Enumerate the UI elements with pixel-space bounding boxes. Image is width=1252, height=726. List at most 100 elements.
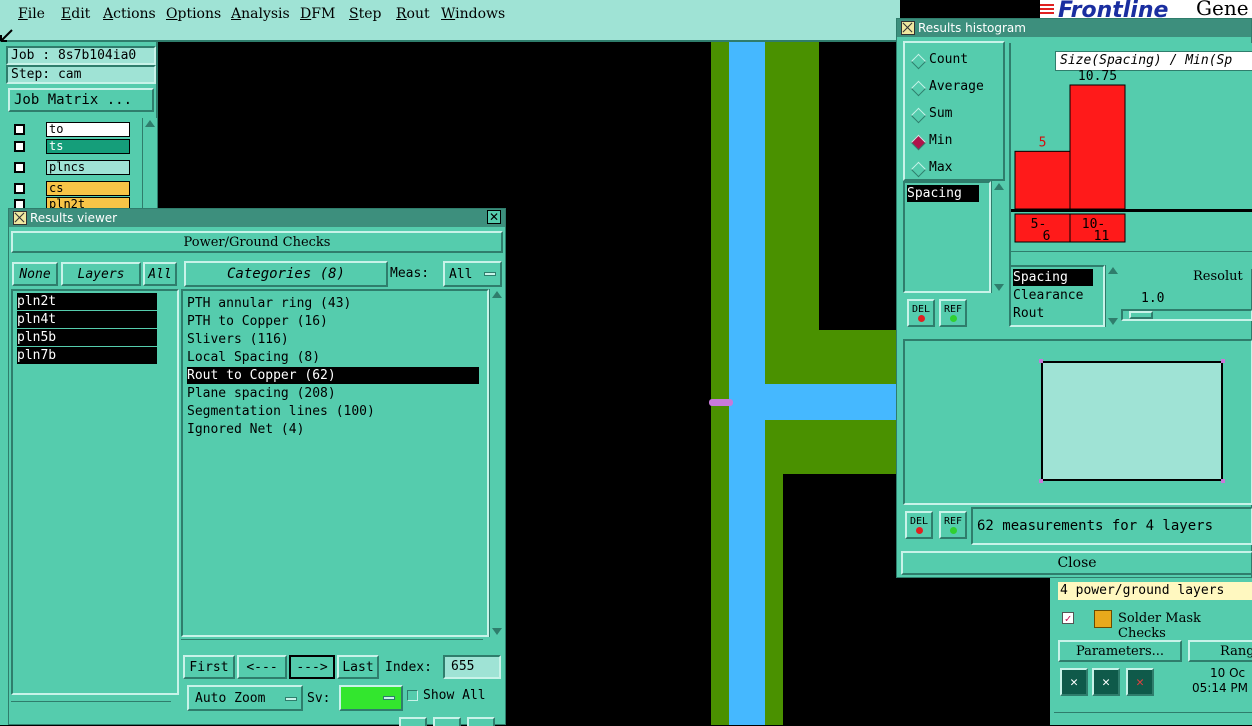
menu-file[interactable]: File bbox=[18, 6, 45, 22]
radio-max[interactable] bbox=[910, 161, 927, 178]
category-item[interactable]: Ignored Net (4) bbox=[187, 421, 479, 438]
layer-row-ts[interactable]: ts bbox=[10, 139, 130, 154]
radio-average-label: Average bbox=[929, 79, 984, 94]
menu-windows[interactable]: Windows bbox=[441, 6, 505, 22]
solder-mask-label: Solder Mask Checks bbox=[1118, 611, 1201, 641]
category-item[interactable]: Slivers (116) bbox=[187, 331, 479, 348]
none-button[interactable]: None bbox=[12, 262, 58, 286]
categories-hscrollbar[interactable] bbox=[181, 639, 483, 652]
layer-list-scrollbar[interactable] bbox=[142, 118, 157, 210]
run-icon-3[interactable]: ✕ bbox=[1126, 668, 1154, 696]
job-label: Job : 8s7b104ia0 bbox=[6, 46, 156, 65]
category-item[interactable]: PTH annular ring (43) bbox=[187, 295, 479, 312]
chart-hscrollbar[interactable] bbox=[1011, 251, 1252, 264]
category-item[interactable]: Plane spacing (208) bbox=[187, 385, 479, 402]
type-list: Spacing Clearance Rout bbox=[1009, 265, 1105, 327]
meas-label: Meas: bbox=[390, 266, 430, 281]
del-button[interactable]: DEL bbox=[905, 511, 933, 539]
board-blue-trace bbox=[729, 42, 765, 725]
del-button[interactable]: DEL bbox=[907, 299, 935, 327]
radio-min[interactable] bbox=[910, 134, 927, 151]
categories-scrollbar[interactable] bbox=[489, 289, 504, 637]
categories-button[interactable]: Categories (8) bbox=[184, 261, 388, 287]
frame-handle[interactable] bbox=[1039, 359, 1043, 363]
index-input[interactable]: 655 bbox=[443, 655, 501, 679]
dropdown-indicator-icon bbox=[383, 696, 395, 700]
menu-dfm[interactable]: DFM bbox=[300, 6, 335, 22]
last-button[interactable]: Last bbox=[337, 655, 379, 679]
layer-list-item[interactable]: pln7b bbox=[17, 347, 157, 364]
layer-checkbox[interactable] bbox=[14, 141, 25, 152]
layer-list-item[interactable]: pln2t bbox=[17, 293, 157, 310]
type-item[interactable]: Clearance bbox=[1013, 287, 1101, 304]
sv-color-dropdown[interactable] bbox=[339, 685, 403, 711]
layer-list-item[interactable]: pln4t bbox=[17, 311, 157, 328]
menu-rout[interactable]: Rout bbox=[396, 6, 430, 22]
radio-average[interactable] bbox=[910, 80, 927, 97]
frame-handle[interactable] bbox=[1039, 479, 1043, 483]
layer-row-to[interactable]: to bbox=[10, 122, 130, 137]
ref-button[interactable]: REF bbox=[939, 511, 967, 539]
radio-min-label: Min bbox=[929, 133, 953, 148]
meas-dropdown[interactable]: All bbox=[443, 261, 502, 287]
menu-actions[interactable]: Actions bbox=[103, 6, 156, 22]
category-item-selected[interactable]: Rout to Copper (62) bbox=[187, 367, 479, 384]
layer-checkbox[interactable] bbox=[14, 124, 25, 135]
preview-frame[interactable] bbox=[1041, 361, 1223, 481]
ref-label: REF bbox=[943, 304, 963, 315]
layers-button[interactable]: Layers bbox=[61, 262, 141, 286]
type-scrollbar[interactable] bbox=[1105, 265, 1120, 327]
category-item[interactable]: Segmentation lines (100) bbox=[187, 403, 479, 420]
del-label: DEL bbox=[911, 304, 931, 315]
frame-handle[interactable] bbox=[1221, 479, 1225, 483]
job-matrix-button[interactable]: Job Matrix ... bbox=[8, 88, 154, 112]
menu-step[interactable]: Step bbox=[349, 6, 381, 22]
board-marker[interactable] bbox=[709, 399, 733, 406]
type-item[interactable]: Rout bbox=[1013, 305, 1101, 322]
menu-edit[interactable]: Edit bbox=[61, 6, 90, 22]
measure-scrollbar[interactable] bbox=[991, 181, 1006, 293]
close-icon[interactable]: ✕ bbox=[487, 210, 501, 224]
window-menu-icon[interactable] bbox=[901, 21, 915, 35]
layer-checkbox[interactable] bbox=[14, 183, 25, 194]
type-item-selected[interactable]: Spacing bbox=[1013, 269, 1093, 286]
category-item[interactable]: PTH to Copper (16) bbox=[187, 313, 479, 330]
prev-button[interactable]: <--- bbox=[237, 655, 287, 679]
window-menu-icon[interactable] bbox=[13, 211, 27, 225]
results-viewer-titlebar[interactable]: Results viewer ✕ bbox=[9, 209, 505, 227]
radio-count[interactable] bbox=[910, 53, 927, 70]
parameters-button[interactable]: Parameters... bbox=[1058, 640, 1182, 662]
slider-thumb[interactable] bbox=[1129, 311, 1153, 319]
close-button[interactable]: Close bbox=[901, 551, 1252, 575]
layer-list-item[interactable]: pln5b bbox=[17, 329, 157, 346]
radio-sum[interactable] bbox=[910, 107, 927, 124]
run-icon-2[interactable]: ✕ bbox=[1092, 668, 1120, 696]
histogram-bar[interactable] bbox=[1014, 150, 1071, 210]
ref-button[interactable]: REF bbox=[939, 299, 967, 327]
menu-analysis[interactable]: Analysis bbox=[231, 6, 290, 22]
layer-row-cs[interactable]: cs bbox=[10, 181, 130, 196]
radio-max-label: Max bbox=[929, 160, 953, 175]
bar-value-label: 5 bbox=[1039, 135, 1047, 150]
layer-checkbox[interactable] bbox=[14, 162, 25, 173]
next-button[interactable]: ---> bbox=[289, 655, 335, 679]
layer-row-plncs[interactable]: plncs bbox=[10, 160, 130, 175]
category-item[interactable]: Local Spacing (8) bbox=[187, 349, 479, 366]
histogram-titlebar[interactable]: Results histogram bbox=[897, 19, 1251, 37]
mode-radio-group: Count Average Sum Min Max bbox=[903, 41, 1005, 181]
menu-options[interactable]: Options bbox=[166, 6, 221, 22]
solder-mask-checkbox[interactable]: ✓ bbox=[1062, 612, 1074, 624]
show-all-checkbox[interactable] bbox=[407, 690, 418, 701]
frame-handle[interactable] bbox=[1221, 359, 1225, 363]
histogram-bar[interactable] bbox=[1069, 84, 1126, 210]
run-icon-1[interactable]: ✕ bbox=[1060, 668, 1088, 696]
logo-text-extra: Gene bbox=[1196, 0, 1249, 20]
right-panel-hscrollbar[interactable] bbox=[1054, 712, 1252, 725]
layer-list-hscrollbar[interactable] bbox=[11, 701, 171, 714]
measure-item-selected[interactable]: Spacing bbox=[907, 185, 979, 202]
first-button[interactable]: First bbox=[183, 655, 235, 679]
range-button[interactable]: Rang bbox=[1188, 640, 1252, 662]
auto-zoom-dropdown[interactable]: Auto Zoom bbox=[187, 685, 303, 711]
all-button[interactable]: All bbox=[143, 262, 177, 286]
resolution-slider[interactable] bbox=[1121, 309, 1252, 321]
